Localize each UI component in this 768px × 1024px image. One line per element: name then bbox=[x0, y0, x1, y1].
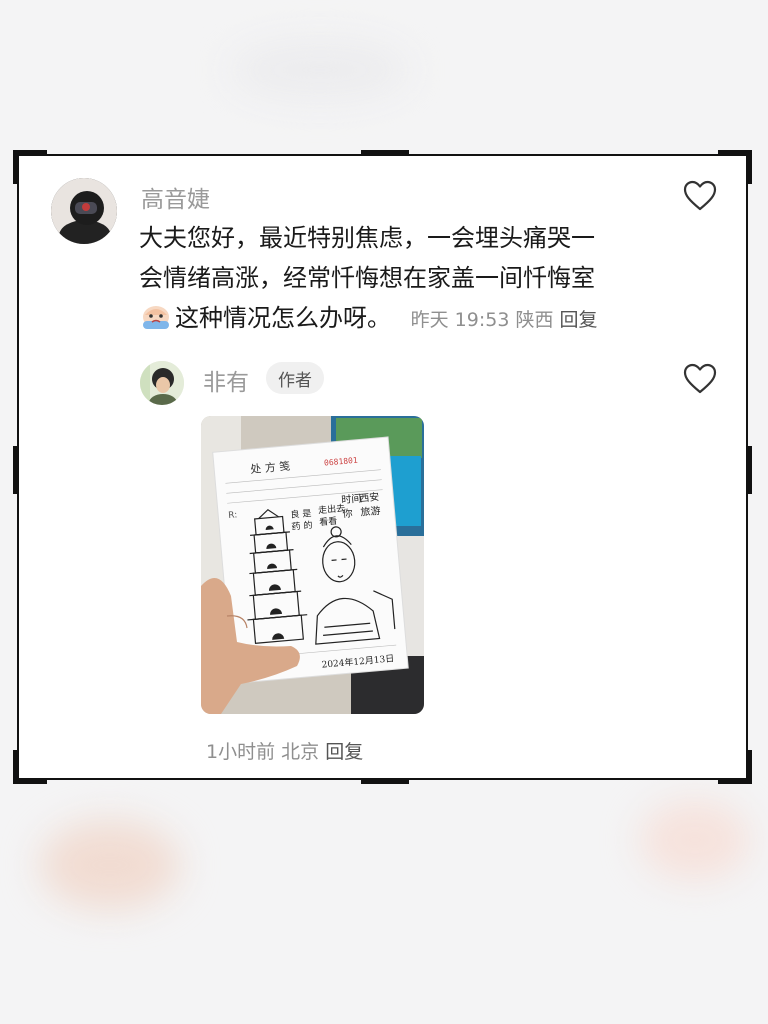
comment-line-with-meta: 这种情况怎么办呀。 昨天 19:53 陕西 回复 bbox=[139, 298, 679, 340]
reply-button[interactable]: 回复 bbox=[325, 741, 363, 763]
author-badge: 作者 bbox=[266, 362, 324, 394]
comment-location: 陕西 bbox=[515, 309, 554, 331]
handwriting: 良 bbox=[290, 508, 300, 521]
handwriting: 药 bbox=[291, 521, 301, 533]
prescription-photo[interactable]: 处 方 笺 0681801 R: 西安 旅游 时间 你 走出去 看看 是 的 良… bbox=[201, 416, 424, 714]
like-heart-icon[interactable] bbox=[683, 363, 717, 395]
frame-handle bbox=[361, 150, 409, 156]
like-heart-icon[interactable] bbox=[683, 180, 717, 212]
reply-meta: 1小时前 北京 回复 bbox=[206, 737, 363, 764]
comment-meta: 昨天 19:53 陕西 回复 bbox=[411, 309, 598, 331]
svg-text:R:: R: bbox=[228, 510, 238, 521]
frame-corner bbox=[718, 750, 752, 784]
background-blur bbox=[230, 40, 410, 100]
commenter-name[interactable]: 高音婕 bbox=[141, 180, 210, 214]
frame-corner bbox=[13, 150, 47, 184]
frame-handle bbox=[361, 778, 409, 784]
reply-location: 北京 bbox=[281, 741, 320, 763]
background-blur bbox=[40, 820, 180, 910]
author-avatar[interactable] bbox=[140, 361, 184, 405]
crying-face-emoji-icon bbox=[143, 306, 169, 329]
comment-time: 昨天 19:53 bbox=[410, 309, 510, 331]
frame-corner bbox=[13, 750, 47, 784]
comment-line: 这种情况怎么办呀。 bbox=[175, 304, 391, 332]
comment-line: 大夫您好，最近特别焦虑，一会埋头痛哭一 bbox=[139, 224, 595, 252]
comment-card-frame: 高音婕 大夫您好，最近特别焦虑，一会埋头痛哭一 会情绪高涨，经常忏悔想在家盖一间… bbox=[13, 150, 752, 784]
frame-handle bbox=[746, 446, 752, 494]
background-blur bbox=[640, 800, 750, 880]
comment-line: 会情绪高涨，经常忏悔想在家盖一间忏悔室 bbox=[139, 264, 595, 292]
frame-handle bbox=[13, 446, 19, 494]
frame-corner bbox=[718, 150, 752, 184]
comment-text: 大夫您好，最近特别焦虑，一会埋头痛哭一 会情绪高涨，经常忏悔想在家盖一间忏悔室 … bbox=[139, 218, 679, 340]
handwriting: 的 bbox=[303, 519, 313, 532]
reply-button[interactable]: 回复 bbox=[560, 309, 598, 331]
reply-time: 1小时前 bbox=[206, 741, 276, 763]
commenter-avatar[interactable] bbox=[51, 178, 117, 244]
handwriting: 是 bbox=[302, 508, 312, 520]
author-name[interactable]: 非有 bbox=[203, 363, 249, 397]
